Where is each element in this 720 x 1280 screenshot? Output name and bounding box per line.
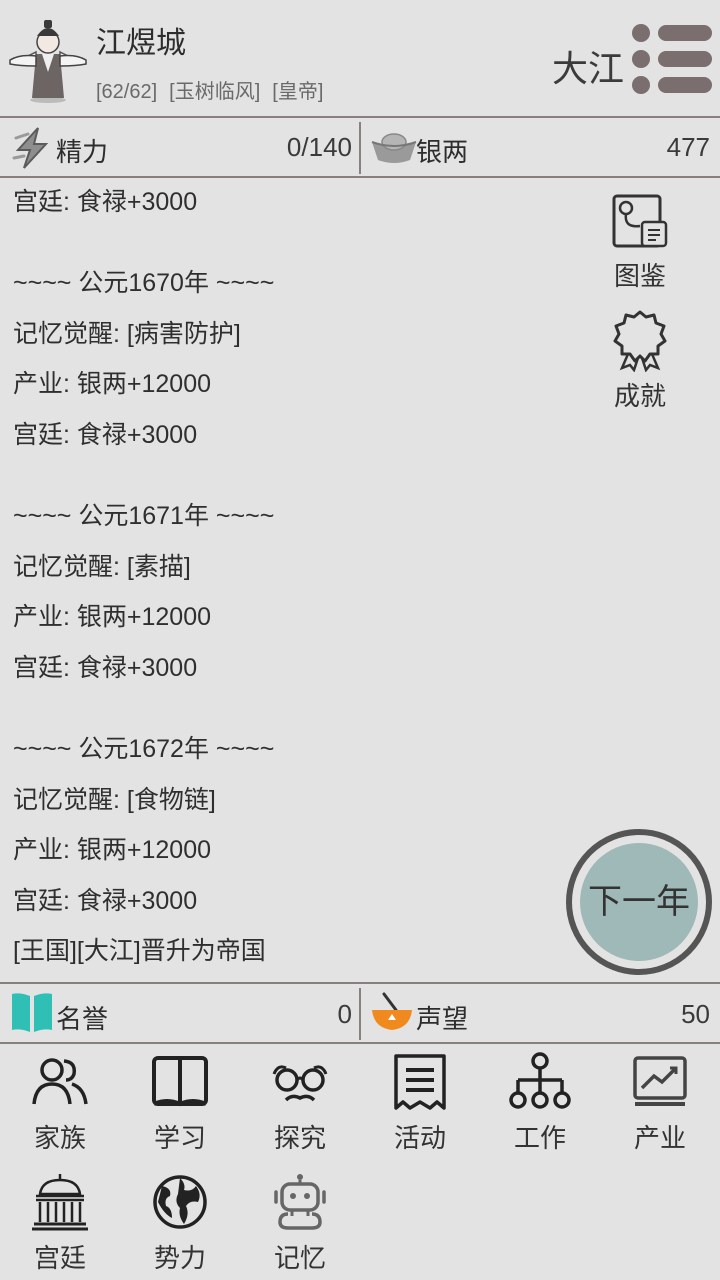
book-icon	[12, 993, 52, 1032]
log-line: 产业: 银两+12000	[13, 603, 212, 631]
log-line: 宫廷: 食禄+3000	[13, 188, 198, 216]
nav-label: 学习	[153, 1123, 206, 1153]
globe-icon	[153, 1175, 207, 1229]
energy-label: 精力	[56, 137, 109, 167]
nav-research[interactable]: 探究	[240, 1046, 360, 1156]
silver-stat: 银两 477	[360, 118, 720, 178]
country-name: 大江	[552, 48, 625, 89]
next-year-button[interactable]: 下一年	[566, 829, 712, 975]
log-line: 记忆觉醒: [食物链]	[13, 786, 216, 814]
nav-label: 势力	[153, 1243, 206, 1273]
reputation-label: 声望	[416, 1004, 469, 1034]
player-tags: [62/62] [玉树临风] [皇帝]	[96, 75, 335, 104]
trait-tag: [玉树临风]	[169, 81, 261, 103]
encyclopedia-icon	[612, 194, 668, 248]
honor-value: 0	[337, 999, 352, 1029]
nav-label: 产业	[633, 1123, 686, 1153]
bowl-icon	[372, 992, 412, 1030]
menu-icon[interactable]	[630, 22, 714, 96]
palace-icon	[32, 1174, 88, 1231]
resource-bar-top: 精力 0/140 银两 477	[0, 118, 720, 178]
next-year-label: 下一年	[588, 883, 690, 921]
silver-ingot-icon	[371, 133, 417, 163]
chart-icon	[633, 1056, 687, 1106]
energy-stat: 精力 0/140	[0, 118, 360, 178]
reputation-stat: 声望 50	[360, 984, 720, 1044]
nav-study[interactable]: 学习	[120, 1046, 240, 1156]
nav-label: 家族	[33, 1123, 86, 1153]
silver-label: 银两	[416, 137, 469, 167]
robot-icon	[274, 1174, 326, 1230]
nav-activity[interactable]: 活动	[360, 1046, 480, 1156]
log-line: [王国][大江]晋升为帝国	[13, 937, 266, 965]
resource-bar-bottom: 名誉 0 声望 50	[0, 982, 720, 1044]
glasses-icon	[272, 1065, 328, 1102]
title-tag: [皇帝]	[272, 81, 324, 103]
log-year-header: ~~~~ 公元1672年 ~~~~	[13, 735, 275, 763]
log-line: 产业: 银两+12000	[13, 370, 212, 398]
org-chart-icon	[509, 1052, 571, 1109]
log-line: 记忆觉醒: [病害防护]	[13, 320, 241, 348]
silver-value: 477	[666, 132, 710, 162]
log-year-header: ~~~~ 公元1671年 ~~~~	[13, 502, 275, 530]
nav-label: 工作	[513, 1123, 566, 1153]
nav-label: 宫廷	[33, 1243, 86, 1273]
achievements-button[interactable]: 成就	[596, 308, 684, 413]
nav-power[interactable]: 势力	[120, 1166, 240, 1276]
honor-stat: 名誉 0	[0, 984, 360, 1044]
achievements-label: 成就	[613, 381, 666, 411]
nav-label: 探究	[273, 1123, 326, 1153]
encyclopedia-label: 图鉴	[613, 261, 666, 291]
nav-label: 活动	[393, 1123, 446, 1153]
honor-label: 名誉	[56, 1004, 109, 1034]
encyclopedia-button[interactable]: 图鉴	[596, 192, 684, 293]
nav-memory[interactable]: 记忆	[240, 1166, 360, 1276]
nav-family[interactable]: 家族	[0, 1046, 120, 1156]
nav-work[interactable]: 工作	[480, 1046, 600, 1156]
character-avatar[interactable]	[6, 14, 90, 104]
receipt-icon	[394, 1054, 446, 1110]
event-log[interactable]: 宫廷: 食禄+3000 ~~~~ 公元1670年 ~~~~ 记忆觉醒: [病害防…	[0, 180, 560, 980]
achievement-badge-icon	[613, 310, 667, 372]
lightning-icon	[12, 127, 49, 169]
health-tag: [62/62]	[96, 81, 158, 103]
nav-industry[interactable]: 产业	[600, 1046, 720, 1156]
log-line: 记忆觉醒: [素描]	[13, 553, 191, 581]
header: 江煜城 [62/62] [玉树临风] [皇帝] 大江	[0, 0, 720, 118]
energy-value: 0/140	[286, 132, 352, 162]
log-line: 宫廷: 食禄+3000	[13, 421, 198, 449]
reputation-value: 50	[681, 999, 710, 1029]
nav-court[interactable]: 宫廷	[0, 1166, 120, 1276]
log-line: 宫廷: 食禄+3000	[13, 654, 198, 682]
player-name: 江煜城	[96, 27, 186, 60]
people-icon	[32, 1058, 88, 1105]
log-year-header: ~~~~ 公元1670年 ~~~~	[13, 269, 275, 297]
nav-label: 记忆	[273, 1243, 326, 1273]
log-line: 产业: 银两+12000	[13, 836, 212, 864]
log-line: 宫廷: 食禄+3000	[13, 887, 198, 915]
bottom-navigation: 家族 学习 探究 活动 工作 产业 宫廷 势力 记忆	[0, 1046, 720, 1280]
open-book-icon	[152, 1056, 208, 1107]
